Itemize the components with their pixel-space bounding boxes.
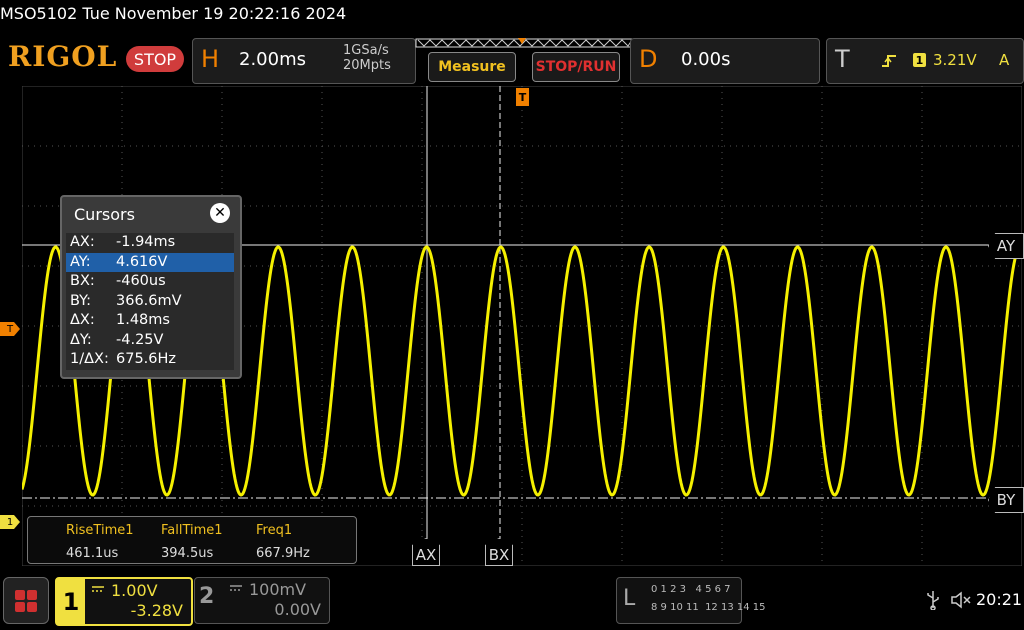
cursor-readout-value: -4.25V	[116, 331, 164, 348]
channel2-scale: 100mV	[249, 580, 307, 599]
cursor-readout-key: ΔY:	[70, 331, 92, 348]
cursor-readout-key: ΔX:	[70, 312, 95, 328]
measurement-fall-time[interactable]: FallTime1 394.5us	[161, 523, 223, 561]
speaker-muted-icon[interactable]	[950, 590, 972, 610]
cursor-readout-value: -460us	[116, 273, 166, 289]
dc-coupling-icon	[230, 585, 242, 591]
trigger-level-marker[interactable]: T	[0, 322, 20, 336]
cursor-readout-row[interactable]: BY: 366.6mV	[66, 291, 234, 311]
run-state-badge[interactable]: STOP	[126, 46, 184, 72]
horizontal-timebase-panel[interactable]: H 2.00ms 1GSa/s 20Mpts	[192, 38, 416, 84]
cursor-readout-key: AX:	[70, 234, 95, 250]
cursor-readout-key: BY:	[70, 292, 91, 309]
measurement-frequency[interactable]: Freq1 667.9Hz	[256, 523, 310, 561]
trigger-channel-badge: 1	[913, 53, 926, 67]
cursor-readout-key: BX:	[70, 273, 95, 289]
rising-edge-icon	[882, 55, 896, 67]
cursor-readout-value: 4.616V	[116, 253, 168, 270]
cursor-readout-value: 675.6Hz	[116, 351, 177, 367]
delay-value: 0.00s	[681, 49, 731, 70]
logic-channels-row1: 0 1 2 3 4 5 6 7	[651, 584, 731, 595]
measurement-bar[interactable]: RiseTime1 461.1us FallTime1 394.5us Freq…	[27, 516, 357, 564]
channel1-ground-marker[interactable]: 1	[0, 515, 20, 529]
timebase-value: 2.00ms	[239, 49, 306, 70]
logic-channels-panel[interactable]: L 0 1 2 3 4 5 6 7 8 9 10 11 12 13 14 15	[616, 577, 766, 624]
cursor-readout-key: AY:	[70, 253, 91, 270]
cursor-readout-row[interactable]: ΔX: 1.48ms	[66, 311, 234, 331]
stop-run-button[interactable]: STOP/RUN	[532, 52, 620, 82]
trigger-level: 3.21V	[933, 51, 977, 69]
cursor-readout-row[interactable]: ΔY: -4.25V	[66, 330, 234, 350]
channel2-panel[interactable]: 2 100mV 0.00V	[194, 577, 330, 624]
cursor-readout-value: -1.94ms	[116, 234, 176, 250]
trigger-mode: A	[999, 51, 1010, 69]
menu-button[interactable]	[3, 577, 49, 624]
measure-button[interactable]: Measure	[428, 52, 516, 82]
channel1-number: 1	[57, 579, 85, 624]
model-datetime: MSO5102 Tue November 19 20:22:16 2024	[0, 4, 347, 23]
measurement-rise-time[interactable]: RiseTime1 461.1us	[66, 523, 134, 561]
measurement-value: 394.5us	[161, 546, 214, 561]
channel1-panel[interactable]: 1 1.00V -3.28V	[55, 577, 193, 626]
measurement-value: 667.9Hz	[256, 546, 310, 561]
svg-text:T: T	[519, 91, 527, 104]
rigol-logo: RIGOL	[8, 40, 118, 73]
usb-icon	[927, 591, 939, 610]
memory-depth: 20Mpts	[343, 58, 391, 73]
trigger-letter: T	[835, 45, 850, 73]
trigger-time-marker: T	[516, 88, 529, 106]
channel1-scale: 1.00V	[111, 581, 158, 600]
cursor-readout-row[interactable]: AX: -1.94ms	[66, 233, 234, 253]
channel2-number: 2	[199, 584, 215, 609]
measurement-label: FallTime1	[161, 523, 223, 538]
delay-letter: D	[639, 45, 658, 73]
close-icon[interactable]: ✕	[210, 203, 230, 223]
cursors-panel[interactable]: Cursors ✕ AX: -1.94ms AY: 4.616V BX: -460us BY…	[60, 195, 242, 379]
cursor-tag-by[interactable]: BY	[988, 487, 1024, 513]
cursor-readout-row[interactable]: 1/ΔX: 675.6Hz	[66, 350, 234, 370]
trigger-panel[interactable]: T 1 3.21V A	[826, 38, 1024, 84]
cursor-readout-value: 1.48ms	[116, 312, 170, 328]
sample-rate: 1GSa/s	[343, 43, 389, 58]
measurement-label: RiseTime1	[66, 523, 134, 538]
cursor-readout-list: AX: -1.94ms AY: 4.616V BX: -460us BY: 366.6mV ΔX…	[66, 233, 234, 370]
horizontal-letter: H	[201, 45, 220, 73]
cursors-title: Cursors	[74, 205, 135, 224]
cursor-readout-row[interactable]: AY: 4.616V	[66, 252, 234, 272]
grid-menu-icon	[15, 589, 37, 612]
logic-letter: L	[623, 586, 636, 611]
dc-coupling-icon	[92, 586, 104, 592]
channel2-offset: 0.00V	[274, 600, 321, 619]
channel1-offset: -3.28V	[130, 601, 183, 620]
delay-panel[interactable]: D 0.00s	[630, 38, 820, 84]
cursor-tag-ay[interactable]: AY	[988, 233, 1024, 259]
clock-time: 20:21	[976, 590, 1023, 609]
measurement-label: Freq1	[256, 523, 293, 538]
measurement-value: 461.1us	[66, 546, 119, 561]
cursor-readout-value: 366.6mV	[116, 292, 182, 309]
logic-channels-row2: 8 9 10 11 12 13 14 15	[651, 602, 766, 613]
cursor-readout-key: 1/ΔX:	[70, 351, 109, 367]
memory-overview-bar	[415, 38, 635, 48]
cursor-readout-row[interactable]: BX: -460us	[66, 272, 234, 292]
